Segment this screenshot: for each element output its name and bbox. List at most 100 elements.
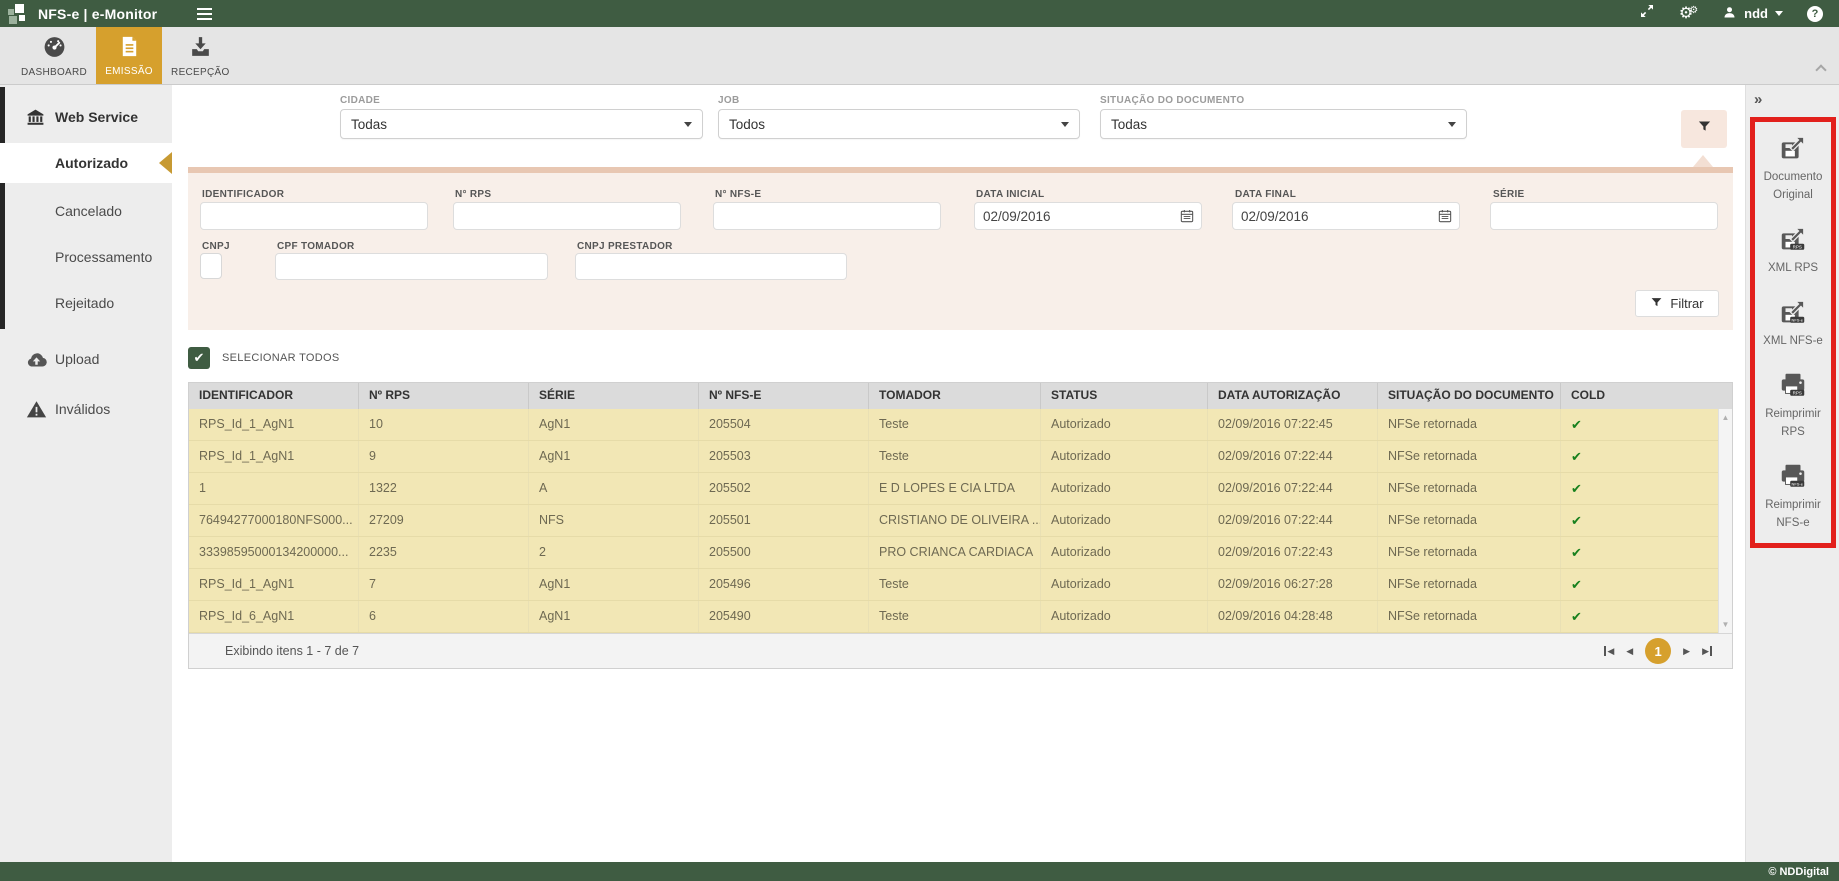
next-page-button[interactable]: ▶: [1683, 646, 1690, 657]
app-title: NFS-e | e-Monitor: [38, 6, 157, 22]
scroll-up-icon[interactable]: ▲: [1719, 413, 1732, 422]
select-all-checkbox[interactable]: ✔: [188, 347, 210, 369]
topbar: NFS-e | e-Monitor ⚙⚙ ndd ?: [0, 0, 1839, 27]
n-nfse-label: N° NFS-E: [715, 189, 761, 200]
column-header[interactable]: Nº NFS-E: [699, 383, 869, 409]
column-header[interactable]: TOMADOR: [869, 383, 1041, 409]
bank-icon: [26, 108, 45, 127]
column-header[interactable]: STATUS: [1041, 383, 1208, 409]
table-row[interactable]: RPS_Id_1_AgN1 10 AgN1 205504 Teste Autor…: [189, 409, 1732, 441]
tool-documento-original[interactable]: Documento Original: [1764, 133, 1823, 204]
table-row[interactable]: 1 1322 A 205502 E D LOPES E CIA LTDA Aut…: [189, 473, 1732, 505]
cell-data-autorizacao: 02/09/2016 07:22:45: [1208, 409, 1378, 440]
job-select[interactable]: Todos: [718, 109, 1080, 139]
cell-identificador: RPS_Id_1_AgN1: [189, 569, 359, 600]
city-select[interactable]: Todas: [340, 109, 703, 139]
column-header[interactable]: SITUAÇÃO DO DOCUMENTO: [1378, 383, 1561, 409]
tool-reimprimir-rps[interactable]: RPS Reimprimir RPS: [1765, 370, 1821, 441]
select-all-label: SELECIONAR TODOS: [222, 352, 339, 364]
identificador-input[interactable]: [200, 202, 428, 230]
data-inicial-input[interactable]: [974, 202, 1202, 230]
document-situation-label: SITUAÇÃO DO DOCUMENTO: [1100, 95, 1467, 106]
tool-xml-nfse[interactable]: NFS-e XML NFS-e: [1763, 297, 1823, 350]
app-window: NFS-e | e-Monitor ⚙⚙ ndd ? DASHBOARD: [0, 0, 1839, 881]
previous-page-button[interactable]: ◀: [1626, 646, 1633, 657]
job-label: JOB: [718, 95, 1080, 106]
sidebar-item-upload[interactable]: Upload: [0, 339, 172, 379]
filtrar-button[interactable]: Filtrar: [1635, 290, 1719, 317]
table-row[interactable]: 33398595000134200000... 2235 2 205500 PR…: [189, 537, 1732, 569]
document-situation-select[interactable]: Todas: [1100, 109, 1467, 139]
table-row[interactable]: 76494277000180NFS000... 27209 NFS 205501…: [189, 505, 1732, 537]
column-header[interactable]: IDENTIFICADOR: [189, 383, 359, 409]
app-logo-icon: [8, 3, 30, 25]
cell-serie: 2: [529, 537, 699, 568]
current-page-button[interactable]: 1: [1645, 638, 1671, 664]
cell-tomador: Teste: [869, 601, 1041, 632]
n-rps-input[interactable]: [453, 202, 681, 230]
serie-input[interactable]: [1490, 202, 1718, 230]
last-page-button[interactable]: ▶: [1702, 646, 1712, 657]
cell-status: Autorizado: [1041, 409, 1208, 440]
chevron-down-icon: [1061, 122, 1069, 127]
column-header[interactable]: DATA AUTORIZAÇÃO: [1208, 383, 1378, 409]
settings-gears-icon[interactable]: ⚙⚙: [1679, 6, 1698, 22]
cpf-tomador-input[interactable]: [275, 253, 548, 280]
cell-status: Autorizado: [1041, 601, 1208, 632]
column-header[interactable]: Nº RPS: [359, 383, 529, 409]
cell-identificador: 33398595000134200000...: [189, 537, 359, 568]
scroll-down-icon[interactable]: ▼: [1719, 620, 1732, 629]
tab-dashboard[interactable]: DASHBOARD: [12, 27, 96, 84]
cell-identificador: 1: [189, 473, 359, 504]
column-header[interactable]: COLD: [1561, 383, 1732, 409]
right-tools-panel: » Documento Original RPS XML RPS NFS-e X…: [1745, 85, 1839, 862]
tool-xml-rps[interactable]: RPS XML RPS: [1768, 224, 1818, 277]
sidebar-item-autorizado[interactable]: Autorizado: [0, 143, 172, 183]
tab-recepcao[interactable]: RECEPÇÃO: [162, 27, 239, 84]
tool-reimprimir-nfse[interactable]: NFS-e Reimprimir NFS-e: [1765, 461, 1821, 532]
table-row[interactable]: RPS_Id_1_AgN1 7 AgN1 205496 Teste Autori…: [189, 569, 1732, 601]
table-header: IDENTIFICADOR Nº RPS SÉRIE Nº NFS-E TOMA…: [189, 383, 1732, 409]
results-table: IDENTIFICADOR Nº RPS SÉRIE Nº NFS-E TOMA…: [188, 382, 1733, 669]
cell-cold: ✔: [1561, 409, 1718, 440]
collapse-toolbar-icon[interactable]: [1817, 66, 1825, 74]
cnpj-checkbox[interactable]: [200, 253, 222, 279]
user-menu[interactable]: ndd: [1722, 5, 1783, 23]
cold-checkmark-icon: ✔: [1571, 609, 1582, 624]
cell-n-rps: 9: [359, 441, 529, 472]
tab-emissao[interactable]: EMISSÃO: [96, 27, 162, 84]
table-row[interactable]: RPS_Id_1_AgN1 9 AgN1 205503 Teste Autori…: [189, 441, 1732, 473]
cell-tomador: CRISTIANO DE OLIVEIRA ...: [869, 505, 1041, 536]
identificador-label: IDENTIFICADOR: [202, 189, 284, 200]
cold-checkmark-icon: ✔: [1571, 513, 1582, 528]
filter-panel: IDENTIFICADOR N° RPS N° NFS-E DATA INICI…: [188, 167, 1733, 330]
column-header[interactable]: SÉRIE: [529, 383, 699, 409]
data-final-input[interactable]: [1232, 202, 1460, 230]
cell-serie: A: [529, 473, 699, 504]
cold-checkmark-icon: ✔: [1571, 417, 1582, 432]
fullscreen-icon[interactable]: [1639, 3, 1655, 24]
panel-top-strip: [188, 167, 1733, 173]
table-row[interactable]: RPS_Id_6_AgN1 6 AgN1 205490 Teste Autori…: [189, 601, 1732, 633]
active-item-arrow-icon: [159, 152, 172, 174]
sidebar-item-cancelado[interactable]: Cancelado: [0, 191, 172, 231]
reprint-nfse-icon: NFS-e: [1778, 461, 1808, 496]
sidebar-item-processamento[interactable]: Processamento: [0, 237, 172, 277]
help-icon[interactable]: ?: [1807, 6, 1823, 22]
n-nfse-input[interactable]: [713, 202, 941, 230]
page-footer: © NDDigital: [0, 862, 1839, 881]
cnpj-prestador-input[interactable]: [575, 253, 847, 280]
cell-cold: ✔: [1561, 473, 1718, 504]
cell-data-autorizacao: 02/09/2016 06:27:28: [1208, 569, 1378, 600]
cell-tomador: PRO CRIANCA CARDIACA: [869, 537, 1041, 568]
collapse-panel-icon[interactable]: »: [1754, 91, 1762, 108]
sidebar-item-web-service[interactable]: Web Service: [0, 97, 172, 137]
cell-n-nfse: 205502: [699, 473, 869, 504]
table-scrollbar[interactable]: ▲ ▼: [1718, 409, 1732, 633]
sidebar-item-invalidos[interactable]: Inválidos: [0, 389, 172, 429]
document-icon: [118, 35, 141, 63]
menu-icon[interactable]: [197, 8, 212, 20]
filter-toggle-button[interactable]: [1681, 110, 1727, 148]
sidebar-item-rejeitado[interactable]: Rejeitado: [0, 283, 172, 323]
first-page-button[interactable]: ◀: [1604, 646, 1614, 657]
